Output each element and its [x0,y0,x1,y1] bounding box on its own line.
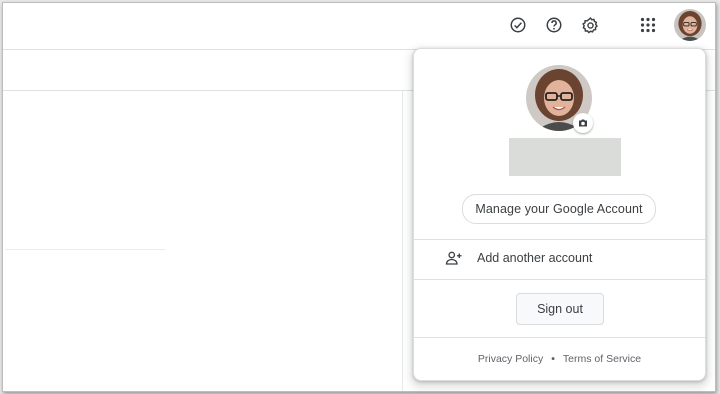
account-menu: Manage your Google Account Add another a… [413,48,706,381]
account-avatar-button[interactable] [674,9,706,41]
footer-separator: • [551,353,555,365]
account-name-placeholder [509,138,621,176]
app-window: Manage your Google Account Add another a… [2,2,716,392]
help-icon[interactable] [541,12,567,38]
manage-account-button[interactable]: Manage your Google Account [462,194,656,224]
sign-out-button[interactable]: Sign out [516,293,604,325]
content-divider [402,91,403,391]
terms-of-service-link[interactable]: Terms of Service [563,353,641,365]
add-account-item[interactable]: Add another account [414,239,705,279]
add-account-label: Add another account [477,251,593,265]
check-circle-icon[interactable] [505,12,531,38]
menu-divider [414,337,705,338]
top-bar [3,3,715,50]
privacy-policy-link[interactable]: Privacy Policy [478,353,543,365]
apps-grid-icon[interactable] [635,12,661,38]
menu-divider [414,279,705,280]
camera-icon[interactable] [573,113,593,133]
person-add-icon [445,250,465,268]
menu-footer: Privacy Policy • Terms of Service [414,353,705,369]
settings-icon[interactable] [577,12,603,38]
content-divider-horizontal [5,249,165,250]
